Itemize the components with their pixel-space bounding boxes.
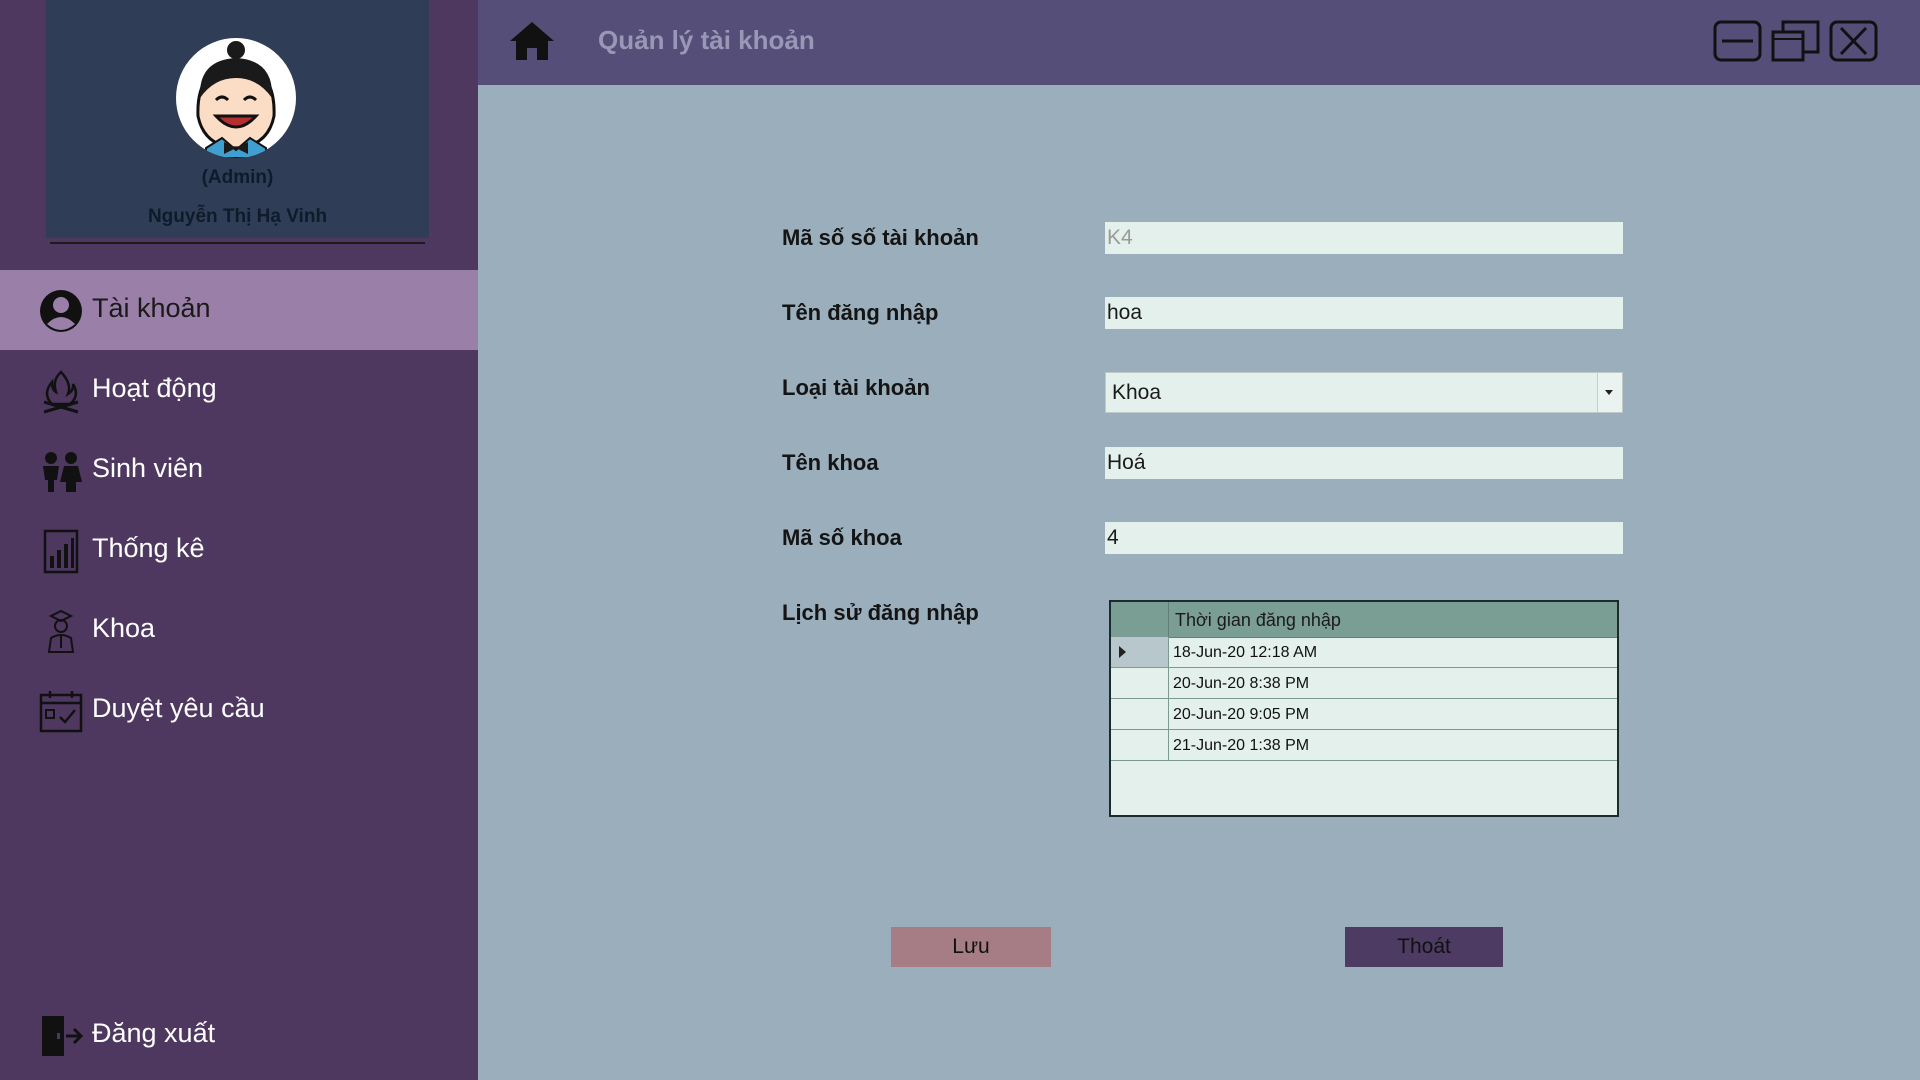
- sidebar-item-khoa[interactable]: Khoa: [0, 590, 478, 670]
- exit-button[interactable]: Thoát: [1345, 927, 1503, 967]
- login-history-label: Lịch sử đăng nhập: [782, 600, 979, 625]
- chevron-down-icon[interactable]: [1597, 373, 1622, 412]
- home-icon[interactable]: [508, 20, 556, 62]
- table-cell[interactable]: 20-Jun-20 8:38 PM: [1173, 675, 1309, 693]
- faculty-code-label: Mã số khoa: [782, 525, 902, 550]
- account-type-label: Loại tài khoản: [782, 375, 930, 400]
- table-row[interactable]: 18-Jun-20 12:18 AM: [1111, 637, 1617, 668]
- account-id-label: Mã số số tài khoản: [782, 225, 979, 250]
- grid-corner-cell[interactable]: [1111, 602, 1169, 637]
- user-circle-icon: [40, 290, 82, 332]
- account-type-value: Khoa: [1112, 381, 1162, 404]
- table-row[interactable]: 21-Jun-20 1:38 PM: [1111, 730, 1617, 761]
- header-bar: Quản lý tài khoản: [478, 0, 1920, 85]
- bar-chart-icon: [43, 529, 79, 574]
- sidebar-item-duyet-yeu-cau[interactable]: Duyệt yêu cầu: [0, 670, 478, 750]
- calendar-check-icon: [39, 691, 83, 733]
- sidebar-item-thong-ke[interactable]: Thống kê: [0, 510, 478, 590]
- save-button[interactable]: Lưu: [891, 927, 1051, 967]
- students-icon: [43, 452, 82, 492]
- profile-card: (Admin) Nguyễn Thị Hạ Vinh: [46, 0, 429, 238]
- sidebar: (Admin) Nguyễn Thị Hạ Vinh Tài khoản Hoạ…: [0, 0, 478, 1080]
- faculty-code-field[interactable]: [1105, 522, 1623, 554]
- profile-divider: [50, 242, 425, 244]
- logout-button[interactable]: Đăng xuất: [0, 995, 478, 1075]
- sidebar-item-hoat-dong[interactable]: Hoạt động: [0, 350, 478, 430]
- username-label: Tên đăng nhập: [782, 300, 939, 325]
- column-header-login-time[interactable]: Thời gian đăng nhập: [1175, 610, 1341, 631]
- table-cell[interactable]: 21-Jun-20 1:38 PM: [1173, 737, 1309, 755]
- row-header[interactable]: [1111, 668, 1169, 698]
- account-id-field[interactable]: [1105, 222, 1623, 254]
- account-type-dropdown[interactable]: Khoa: [1105, 372, 1623, 413]
- logout-label: Đăng xuất: [92, 1018, 216, 1048]
- avatar: [176, 38, 296, 158]
- sidebar-item-sinh-vien[interactable]: Sinh viên: [0, 430, 478, 510]
- sidebar-item-label: Hoạt động: [92, 373, 217, 403]
- faculty-name-label: Tên khoa: [782, 450, 879, 475]
- sidebar-item-label: Tài khoản: [92, 293, 211, 323]
- sidebar-item-label: Thống kê: [92, 533, 205, 563]
- page-title: Quản lý tài khoản: [598, 25, 815, 55]
- row-header[interactable]: [1111, 730, 1169, 760]
- table-row[interactable]: 20-Jun-20 8:38 PM: [1111, 668, 1617, 699]
- campfire-icon: [43, 370, 79, 414]
- row-header[interactable]: [1111, 699, 1169, 729]
- user-name: Nguyễn Thị Hạ Vinh: [147, 206, 328, 227]
- row-pointer-icon: [1119, 646, 1126, 658]
- minimize-icon[interactable]: [1713, 20, 1762, 62]
- row-header[interactable]: [1111, 637, 1169, 667]
- username-field[interactable]: [1105, 297, 1623, 329]
- user-role: (Admin): [201, 167, 274, 188]
- faculty-name-field[interactable]: [1105, 447, 1623, 479]
- sidebar-item-tai-khoan[interactable]: Tài khoản: [0, 270, 478, 350]
- sidebar-item-label: Khoa: [92, 613, 156, 643]
- grid-header: Thời gian đăng nhập: [1111, 602, 1617, 638]
- sidebar-item-label: Sinh viên: [92, 453, 204, 483]
- logout-icon: [42, 1016, 84, 1056]
- sidebar-item-label: Duyệt yêu cầu: [92, 693, 265, 723]
- graduate-icon: [47, 609, 75, 653]
- close-icon[interactable]: [1829, 20, 1878, 62]
- table-cell[interactable]: 18-Jun-20 12:18 AM: [1173, 644, 1317, 662]
- table-cell[interactable]: 20-Jun-20 9:05 PM: [1173, 706, 1309, 724]
- maximize-icon[interactable]: [1771, 20, 1820, 62]
- table-row[interactable]: 20-Jun-20 9:05 PM: [1111, 699, 1617, 730]
- login-history-grid[interactable]: Thời gian đăng nhập 18-Jun-20 12:18 AM 2…: [1109, 600, 1619, 817]
